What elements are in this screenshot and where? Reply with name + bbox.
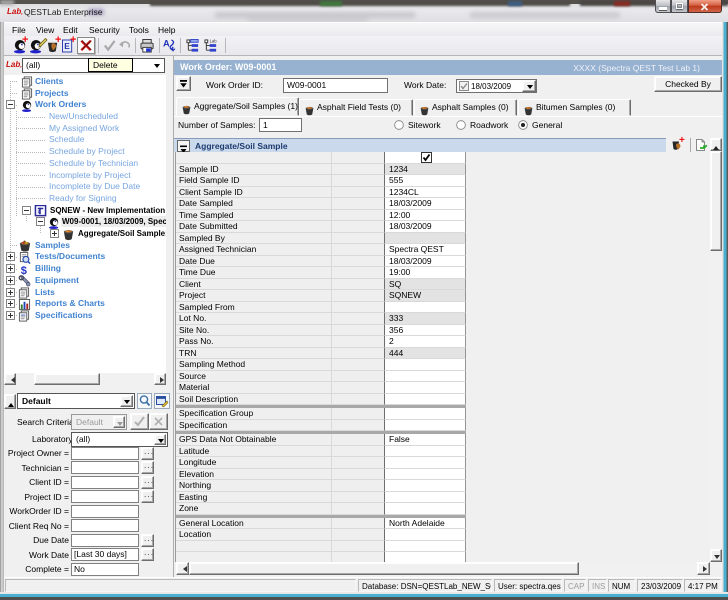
svg-text:Lab: Lab — [210, 39, 218, 44]
svg-text:A: A — [163, 38, 170, 48]
